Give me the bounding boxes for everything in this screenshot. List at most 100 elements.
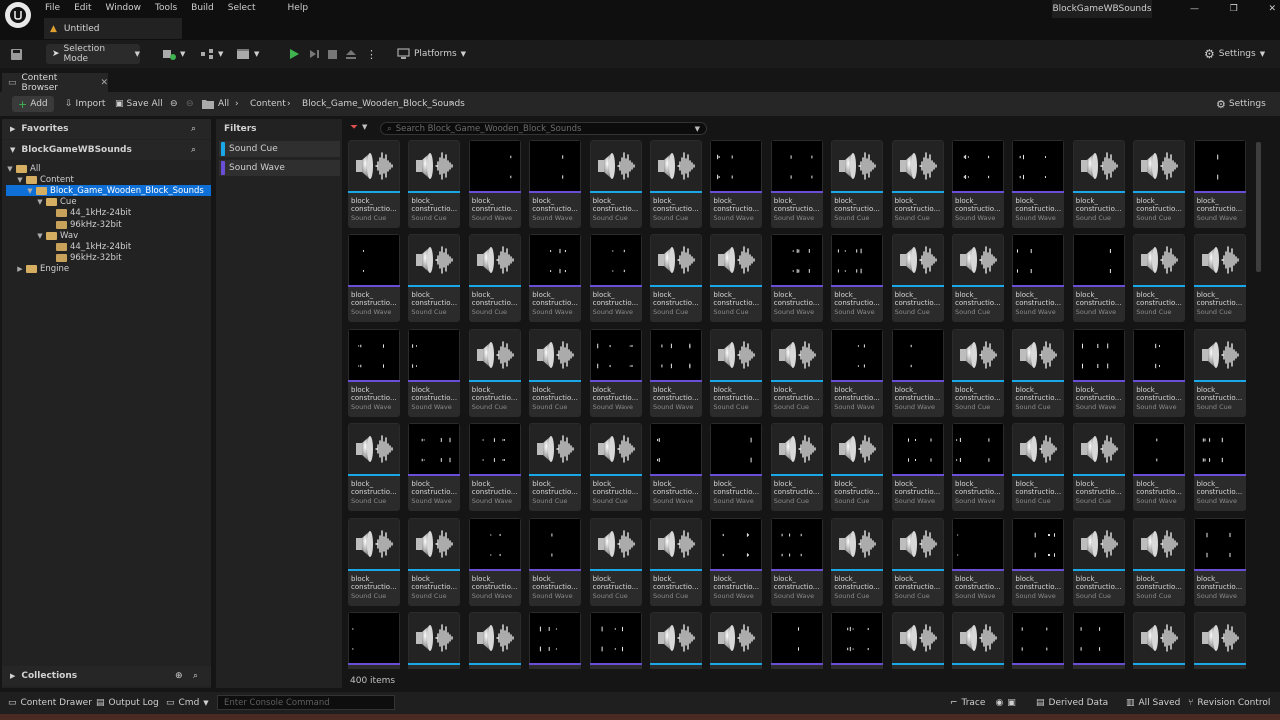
asset-tile-sound-wave[interactable]: block_constructio...Sound Wave <box>468 517 521 606</box>
eject-icon[interactable] <box>345 44 357 64</box>
blueprint-button[interactable]: ▼ <box>200 44 223 64</box>
console-input[interactable]: Enter Console Command <box>217 695 395 710</box>
folder-tree-item[interactable]: ▶ Engine <box>2 264 211 275</box>
folder-tree-item[interactable]: ▼ Wav <box>2 230 211 241</box>
asset-tile-sound-wave[interactable]: block_constructio...Sound Wave <box>348 234 400 323</box>
asset-tile-sound-wave[interactable]: block_constructio...Sound Wave <box>952 517 1004 606</box>
asset-tile-sound-cue[interactable]: block_constructio...Sound Cue <box>468 234 521 323</box>
asset-tile-sound-wave[interactable]: block_constructio...Sound Wave <box>1012 517 1065 606</box>
collections-header[interactable]: ▶ Collections ⊕ ⌕ <box>2 666 211 686</box>
asset-tile-sound-wave[interactable]: block_constructio...Sound Wave <box>710 517 763 606</box>
play-icon[interactable] <box>288 44 300 64</box>
asset-tile-sound-wave[interactable]: block_constructio...Sound Wave <box>529 612 582 669</box>
asset-tile-sound-wave[interactable]: block_constructio...Sound Wave <box>650 328 702 417</box>
asset-tile-sound-cue[interactable]: block_constructio...Sound Cue <box>1193 328 1246 417</box>
import-button[interactable]: ⇩ Import <box>65 96 105 112</box>
asset-tile-sound-cue[interactable]: block_constructio...Sound Cue <box>408 140 461 228</box>
menu-build[interactable]: Build <box>184 0 221 16</box>
menu-help[interactable]: Help <box>281 0 316 16</box>
asset-tile-sound-wave[interactable]: block_constructio...Sound Wave <box>831 328 884 417</box>
asset-tile-sound-cue[interactable]: block_constructio...Sound Cue <box>891 612 944 669</box>
output-log-button[interactable]: ▤ Output Log <box>96 696 159 710</box>
asset-tile-sound-cue[interactable]: block_constructio...Sound Cue <box>831 517 884 606</box>
menu-window[interactable]: Window <box>99 0 149 16</box>
asset-tile-sound-cue[interactable]: block_constructio...Sound Cue <box>529 328 582 417</box>
asset-tile-sound-cue[interactable]: block_constructio...Sound Cue <box>952 612 1004 669</box>
asset-tile-sound-wave[interactable]: block_constructio...Sound Wave <box>770 517 823 606</box>
asset-tile-sound-wave[interactable]: block_constructio...Sound Wave <box>770 234 823 323</box>
asset-tile-sound-cue[interactable]: block_constructio...Sound Cue <box>831 140 884 228</box>
folder-tree-item[interactable]: 44_1kHz-24bit <box>2 208 211 219</box>
asset-tile-sound-wave[interactable]: block_constructio...Sound Wave <box>1193 140 1246 228</box>
folder-tree-item[interactable]: 96kHz-32bit <box>2 219 211 230</box>
asset-tile-sound-cue[interactable]: block_constructio...Sound Cue <box>589 517 642 606</box>
asset-tile-sound-wave[interactable]: block_constructio...Sound Wave <box>770 612 823 669</box>
asset-tile-sound-wave[interactable]: block_constructio...Sound Wave <box>529 140 582 228</box>
folder-tree-item[interactable]: ▼ All <box>2 163 211 174</box>
asset-tile-sound-cue[interactable]: block_constructio...Sound Cue <box>831 423 884 512</box>
chevron-down-icon[interactable]: ▼ <box>16 176 24 184</box>
asset-tile-sound-wave[interactable]: block_constructio...Sound Wave <box>468 423 521 512</box>
filter-icon[interactable]: ⏷ <box>350 122 358 133</box>
asset-tile-sound-cue[interactable]: block_constructio...Sound Cue <box>1072 517 1125 606</box>
breadcrumb-content[interactable]: Content <box>250 96 286 112</box>
asset-tile-sound-cue[interactable]: block_constructio...Sound Cue <box>770 328 823 417</box>
asset-tile-sound-cue[interactable]: block_constructio...Sound Cue <box>589 140 642 228</box>
maximize-icon[interactable]: ❐ <box>1230 4 1238 18</box>
asset-tile-sound-wave[interactable]: block_constructio...Sound Wave <box>710 423 763 512</box>
asset-tile-sound-wave[interactable]: block_constructio...Sound Wave <box>1072 234 1125 323</box>
selection-mode-dropdown[interactable]: ➤ Selection Mode ▼ <box>46 44 140 64</box>
filter-sound-wave[interactable]: Sound Wave <box>219 160 340 176</box>
save-icon[interactable] <box>10 44 23 64</box>
asset-tile-sound-wave[interactable]: block_constructio...Sound Wave <box>891 423 944 512</box>
menu-tools[interactable]: Tools <box>148 0 184 16</box>
asset-tile-sound-cue[interactable]: block_constructio...Sound Cue <box>770 423 823 512</box>
asset-tile-sound-cue[interactable]: block_constructio...Sound Cue <box>650 140 702 228</box>
asset-tile-sound-cue[interactable]: block_constructio...Sound Cue <box>348 423 400 512</box>
asset-tile-sound-wave[interactable]: block_constructio...Sound Wave <box>952 423 1004 512</box>
asset-tile-sound-cue[interactable]: block_constructio...Sound Cue <box>589 423 642 512</box>
folder-tree-item[interactable]: ▼ Content <box>2 174 211 185</box>
folder-tree-item[interactable]: ▼ Cue <box>2 197 211 208</box>
folder-tree-item[interactable]: ▼ Block_Game_Wooden_Block_Sounds <box>6 185 211 197</box>
asset-tile-sound-wave[interactable]: block_constructio...Sound Wave <box>348 328 400 417</box>
asset-tile-sound-wave[interactable]: block_constructio...Sound Wave <box>1012 234 1065 323</box>
asset-tile-sound-wave[interactable]: block_constructio...Sound Wave <box>770 140 823 228</box>
asset-tile-sound-cue[interactable]: block_constructio...Sound Cue <box>891 234 944 323</box>
folder-tree-item[interactable]: 96kHz-32bit <box>2 253 211 264</box>
chevron-right-icon[interactable]: ▶ <box>16 265 24 273</box>
chevron-down-icon[interactable]: ▼ <box>6 165 14 173</box>
search-icon[interactable]: ⌕ <box>191 145 196 155</box>
asset-tile-sound-cue[interactable]: block_constructio...Sound Cue <box>1193 612 1246 669</box>
asset-tile-sound-cue[interactable]: block_constructio...Sound Cue <box>408 612 461 669</box>
asset-tile-sound-wave[interactable]: block_constructio...Sound Wave <box>831 612 884 669</box>
record-icon[interactable]: ◉ <box>995 698 1003 708</box>
step-icon[interactable] <box>308 44 320 64</box>
asset-tile-sound-cue[interactable]: block_constructio...Sound Cue <box>952 234 1004 323</box>
asset-tile-sound-cue[interactable]: block_constructio...Sound Cue <box>891 517 944 606</box>
chevron-down-icon[interactable]: ▼ <box>362 123 367 131</box>
cinematics-button[interactable]: ▼ <box>236 44 259 64</box>
asset-tile-sound-cue[interactable]: block_constructio...Sound Cue <box>1133 612 1186 669</box>
play-options-icon[interactable]: ⋮ <box>366 44 377 64</box>
search-input[interactable]: ⌕ Search Block_Game_Wooden_Block_Sounds … <box>380 122 707 135</box>
folder-tree-item[interactable]: 44_1kHz-24bit <box>2 241 211 252</box>
save-all-button[interactable]: ▣ Save All <box>115 96 163 112</box>
asset-tile-sound-wave[interactable]: block_constructio...Sound Wave <box>589 234 642 323</box>
asset-tile-sound-wave[interactable]: block_constructio...Sound Wave <box>408 423 461 512</box>
asset-tile-sound-cue[interactable]: block_constructio...Sound Cue <box>891 140 944 228</box>
folder-icon[interactable] <box>202 96 214 112</box>
search-icon[interactable]: ⌕ <box>191 124 196 134</box>
chevron-down-icon[interactable]: ▼ <box>36 232 44 240</box>
asset-tile-sound-cue[interactable]: block_constructio...Sound Cue <box>710 612 763 669</box>
revision-control-button[interactable]: ⑂ Revision Control <box>1188 696 1270 710</box>
asset-tile-sound-cue[interactable]: block_constructio...Sound Cue <box>650 612 702 669</box>
asset-tile-sound-wave[interactable]: block_constructio...Sound Wave <box>1133 328 1186 417</box>
close-icon[interactable]: ✕ <box>1268 4 1276 18</box>
asset-tile-sound-cue[interactable]: block_constructio...Sound Cue <box>529 423 582 512</box>
asset-tile-sound-wave[interactable]: block_constructio...Sound Wave <box>952 140 1004 228</box>
add-button[interactable]: + Add <box>12 96 54 112</box>
unreal-logo-icon[interactable] <box>5 2 31 28</box>
asset-tile-sound-wave[interactable]: block_constructio...Sound Wave <box>529 517 582 606</box>
derived-data-button[interactable]: ▤ Derived Data <box>1036 696 1108 710</box>
